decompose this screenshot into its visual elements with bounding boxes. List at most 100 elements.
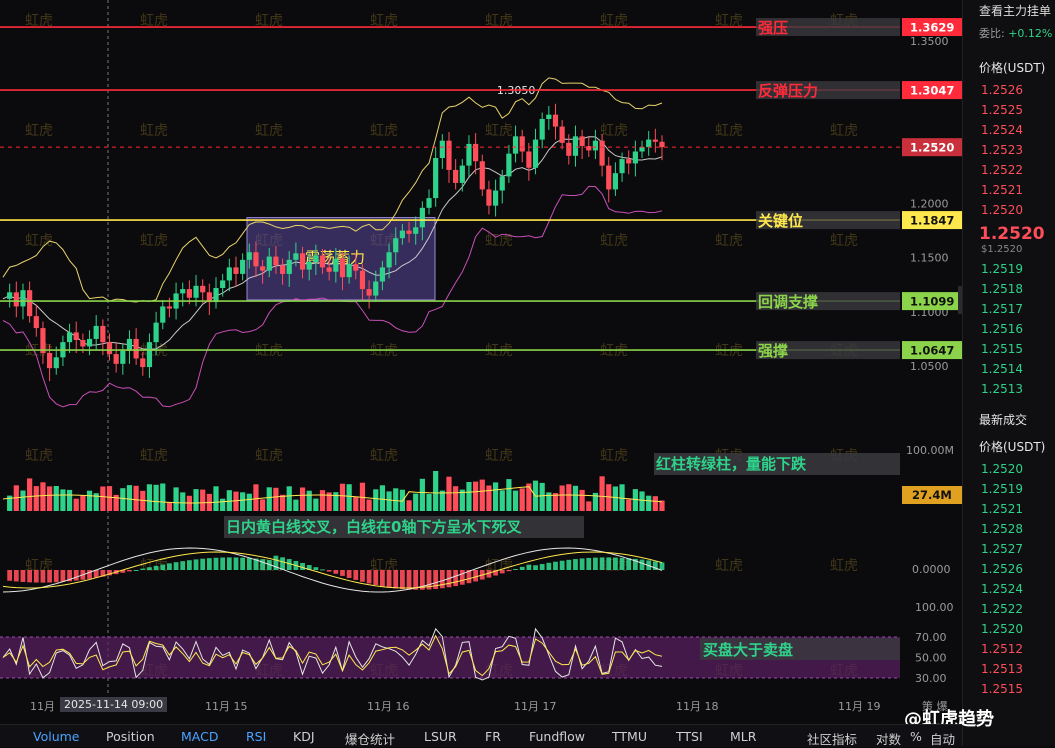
volume-bar: [306, 490, 312, 511]
order-book-panel: 查看主力挂单 委比: +0.12% 价格(USDT) 1.2526 1.2525 1…: [962, 0, 1055, 746]
indicator-tab[interactable]: 爆仓统计: [345, 729, 395, 748]
volume-bar: [213, 486, 219, 511]
macd-histogram-bar: [366, 570, 372, 584]
candle-body: [193, 285, 199, 298]
order-book-header[interactable]: 查看主力挂单: [963, 0, 1055, 19]
indicator-tab[interactable]: 社区指标: [807, 729, 857, 748]
watermark-text: 虹虎: [715, 123, 743, 139]
candle-body: [253, 252, 259, 267]
bid-price-row[interactable]: 1.2516: [963, 319, 1055, 339]
volume-bar: [319, 490, 326, 511]
candle-body: [519, 136, 525, 152]
candle-body: [359, 270, 366, 290]
indicator-tab[interactable]: LSUR: [424, 729, 457, 744]
candle-body: [406, 230, 412, 234]
candle-body: [339, 258, 346, 278]
trade-row: 1.2512: [981, 642, 1023, 656]
candle-body: [492, 190, 499, 206]
order-ratio-value: +0.12%: [1008, 27, 1053, 40]
bid-price-row[interactable]: 1.2519: [963, 259, 1055, 279]
macd-histogram-bar: [526, 564, 532, 570]
macd-histogram-bar: [240, 557, 246, 570]
watermark-text: 虹虎: [25, 233, 53, 249]
volume-bar: [379, 485, 386, 511]
candle-body: [186, 289, 192, 298]
indicator-tab[interactable]: TTSI: [676, 729, 703, 744]
macd-histogram-bar: [513, 569, 518, 571]
bid-price-row[interactable]: 1.2518: [963, 279, 1055, 299]
volume-bar: [433, 471, 439, 511]
macd-histogram-bar: [226, 557, 232, 570]
candle-body: [566, 142, 572, 156]
volume-bar: [519, 488, 525, 511]
chart-canvas[interactable]: 虹虎 虹虎 虹虎 虹虎 虹虎 虹虎 虹虎虹虎 虹虎 虹虎 虹虎 虹虎 虹虎 虹虎 虹虎虹虎 虹虎 虹虎 虹虎 虹虎…: [0, 0, 962, 724]
indicator-tab[interactable]: Volume: [33, 729, 80, 744]
ask-price-row[interactable]: 1.2522: [963, 160, 1055, 180]
macd-histogram-bar: [40, 570, 46, 583]
watermark-text: 虹虎: [715, 558, 743, 574]
bid-price-row[interactable]: 1.2513: [963, 379, 1055, 399]
ask-price-row[interactable]: 1.2525: [963, 100, 1055, 120]
ask-price-row[interactable]: 1.2521: [963, 180, 1055, 200]
volume-bar: [146, 484, 153, 511]
macd-histogram-bar: [593, 557, 598, 570]
candle-body: [579, 136, 585, 147]
volume-bar: [339, 483, 346, 511]
volume-bar: [80, 495, 86, 511]
macd-histogram-bar: [373, 570, 379, 585]
candle-body: [153, 322, 159, 343]
macd-histogram-bar: [13, 570, 19, 582]
watermark-text: 虹虎: [140, 233, 168, 249]
macd-histogram-bar: [539, 564, 545, 570]
bid-price-row[interactable]: 1.2515: [963, 339, 1055, 359]
macd-histogram-bar: [573, 559, 578, 570]
indicator-tab[interactable]: 对数: [876, 729, 901, 748]
candle-body: [546, 114, 552, 119]
indicator-tab[interactable]: KDJ: [293, 729, 315, 744]
indicator-tab[interactable]: TTMU: [612, 729, 647, 744]
ask-price-row[interactable]: 1.2523: [963, 140, 1055, 160]
ask-price-row[interactable]: 1.2526: [963, 80, 1055, 100]
indicator-tab[interactable]: Fundflow: [529, 729, 585, 744]
watermark-text: 虹虎: [140, 123, 168, 139]
indicator-tab[interactable]: RSI: [246, 729, 266, 744]
watermark-text: 虹虎: [25, 123, 53, 139]
volume-bar: [566, 484, 572, 511]
candle-body: [532, 139, 539, 168]
ask-price-row[interactable]: 1.2524: [963, 120, 1055, 140]
volume-bar: [253, 484, 259, 511]
candle-body: [606, 165, 612, 190]
volume-bar: [572, 485, 579, 511]
volume-bar: [386, 491, 392, 511]
candle-body: [506, 153, 512, 177]
volume-bar: [200, 489, 206, 511]
trades-title[interactable]: 最新成交: [963, 399, 1055, 428]
macd-histogram-bar: [360, 570, 365, 582]
candle-body: [539, 119, 545, 140]
y-tick-label: 1.0500: [910, 360, 949, 373]
macd-histogram-bar: [519, 566, 525, 570]
macd-histogram-bar: [606, 557, 612, 570]
indicator-tab[interactable]: %: [910, 729, 922, 744]
indicator-tab[interactable]: 自动: [930, 729, 955, 748]
volume-bar: [166, 502, 173, 511]
indicator-tab[interactable]: MLR: [730, 729, 756, 744]
volume-bar: [512, 490, 519, 511]
volume-bar: [419, 478, 425, 511]
volume-bar: [240, 492, 246, 511]
volume-bar: [260, 499, 266, 511]
candle-body: [27, 290, 33, 317]
ask-price-row[interactable]: 1.2520: [963, 200, 1055, 220]
volume-bar: [406, 500, 412, 511]
indicator-tab[interactable]: Position: [106, 729, 155, 744]
volume-bar: [599, 476, 605, 511]
bid-price-row[interactable]: 1.2517: [963, 299, 1055, 319]
bid-price-row[interactable]: 1.2514: [963, 359, 1055, 379]
trade-row: 1.2513: [981, 662, 1023, 676]
candle-body: [33, 316, 39, 329]
candle-body: [93, 325, 99, 339]
indicator-tab[interactable]: FR: [485, 729, 501, 744]
candle-body: [599, 140, 605, 166]
indicator-tab[interactable]: MACD: [181, 729, 218, 744]
candle-body: [379, 267, 386, 282]
